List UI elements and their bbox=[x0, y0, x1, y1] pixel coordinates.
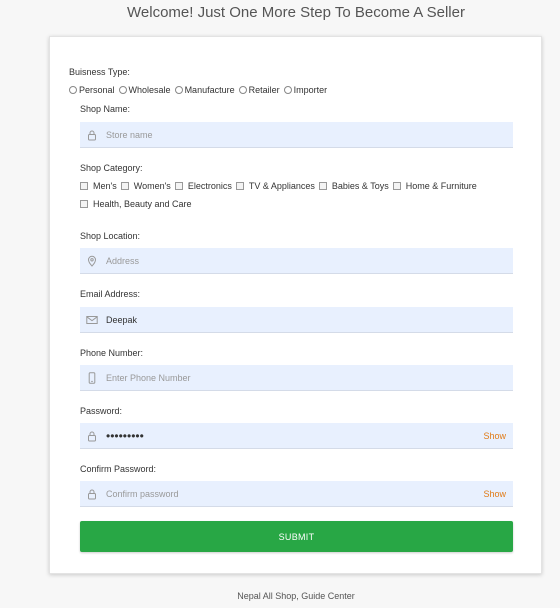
radio-label: Wholesale bbox=[128, 85, 171, 95]
radio-button[interactable] bbox=[238, 86, 247, 94]
checkbox[interactable] bbox=[318, 182, 327, 190]
email-field[interactable]: Deepak bbox=[80, 307, 513, 333]
radio-label: Personal bbox=[79, 85, 115, 95]
business-type-label: Buisness Type: bbox=[69, 67, 130, 77]
category-womens[interactable]: Women's bbox=[120, 181, 171, 191]
checkbox-label: Electronics bbox=[187, 181, 232, 191]
password-label: Password: bbox=[80, 406, 123, 416]
checkbox[interactable] bbox=[392, 182, 401, 190]
phone-input[interactable]: Enter Phone Number bbox=[80, 365, 513, 391]
show-password-link[interactable]: Show bbox=[483, 431, 506, 441]
radio-label: Importer bbox=[293, 85, 328, 95]
radio-retailer[interactable]: Retailer bbox=[238, 85, 280, 95]
shop-location-placeholder: Address bbox=[106, 255, 140, 266]
business-type-radio-group: Personal Wholesale Manufacture Retailer … bbox=[69, 85, 331, 95]
shop-name-label: Shop Name: bbox=[80, 104, 131, 114]
category-home-furniture[interactable]: Home & Furniture bbox=[392, 181, 477, 191]
radio-button[interactable] bbox=[283, 86, 292, 94]
envelope-icon bbox=[86, 314, 98, 326]
category-health-beauty[interactable]: Health, Beauty and Care bbox=[80, 199, 192, 209]
page-title: Welcome! Just One More Step To Become A … bbox=[127, 4, 465, 21]
radio-button[interactable] bbox=[118, 86, 127, 94]
radio-importer[interactable]: Importer bbox=[283, 85, 328, 95]
radio-button[interactable] bbox=[69, 86, 77, 94]
confirm-password-input[interactable]: Confirm password Show bbox=[80, 481, 513, 507]
mobile-phone-icon bbox=[86, 371, 98, 384]
checkbox[interactable] bbox=[120, 182, 129, 190]
shop-category-row-1: Men's Women's Electronics TV & Appliance… bbox=[80, 181, 481, 191]
radio-manufacture[interactable]: Manufacture bbox=[174, 85, 235, 95]
checkbox-label: Health, Beauty and Care bbox=[93, 199, 192, 209]
shop-category-label: Shop Category: bbox=[80, 163, 143, 173]
lock-icon bbox=[86, 129, 98, 141]
shop-name-input[interactable]: Store name bbox=[80, 122, 513, 148]
lock-icon bbox=[86, 430, 98, 442]
shop-location-input[interactable]: Address bbox=[80, 248, 513, 274]
seller-form-card: Buisness Type: Personal Wholesale Manufa… bbox=[49, 36, 542, 574]
checkbox-label: Women's bbox=[133, 181, 171, 191]
checkbox-label: TV & Appliances bbox=[248, 181, 315, 191]
email-value: Deepak bbox=[106, 314, 138, 325]
shop-category-row-2: Health, Beauty and Care bbox=[80, 199, 196, 209]
confirm-password-label: Confirm Password: bbox=[80, 464, 157, 474]
email-label: Email Address: bbox=[80, 289, 141, 299]
checkbox[interactable] bbox=[235, 182, 244, 190]
checkbox-label: Home & Furniture bbox=[405, 181, 477, 191]
password-field[interactable]: ••••••••• Show bbox=[80, 423, 513, 449]
shop-name-placeholder: Store name bbox=[106, 129, 153, 140]
confirm-password-placeholder: Confirm password bbox=[106, 488, 179, 499]
phone-placeholder: Enter Phone Number bbox=[106, 372, 191, 383]
category-mens[interactable]: Men's bbox=[80, 181, 117, 191]
category-babies-toys[interactable]: Babies & Toys bbox=[318, 181, 389, 191]
map-pin-icon bbox=[86, 255, 98, 267]
shop-location-label: Shop Location: bbox=[80, 231, 141, 241]
checkbox[interactable] bbox=[80, 200, 88, 208]
category-tv-appliances[interactable]: TV & Appliances bbox=[235, 181, 315, 191]
phone-label: Phone Number: bbox=[80, 348, 144, 358]
checkbox-label: Men's bbox=[93, 181, 117, 191]
checkbox[interactable] bbox=[80, 182, 88, 190]
show-confirm-password-link[interactable]: Show bbox=[483, 489, 506, 499]
radio-label: Retailer bbox=[248, 85, 280, 95]
footer-text: Nepal All Shop, Guide Center bbox=[237, 591, 355, 601]
lock-icon bbox=[86, 488, 98, 500]
radio-label: Manufacture bbox=[184, 85, 235, 95]
category-electronics[interactable]: Electronics bbox=[174, 181, 232, 191]
password-value: ••••••••• bbox=[106, 428, 144, 443]
checkbox-label: Babies & Toys bbox=[331, 181, 389, 191]
submit-button[interactable]: SUBMIT bbox=[80, 521, 513, 552]
radio-wholesale[interactable]: Wholesale bbox=[118, 85, 171, 95]
radio-button[interactable] bbox=[174, 86, 183, 94]
radio-personal[interactable]: Personal bbox=[69, 85, 115, 95]
checkbox[interactable] bbox=[174, 182, 183, 190]
